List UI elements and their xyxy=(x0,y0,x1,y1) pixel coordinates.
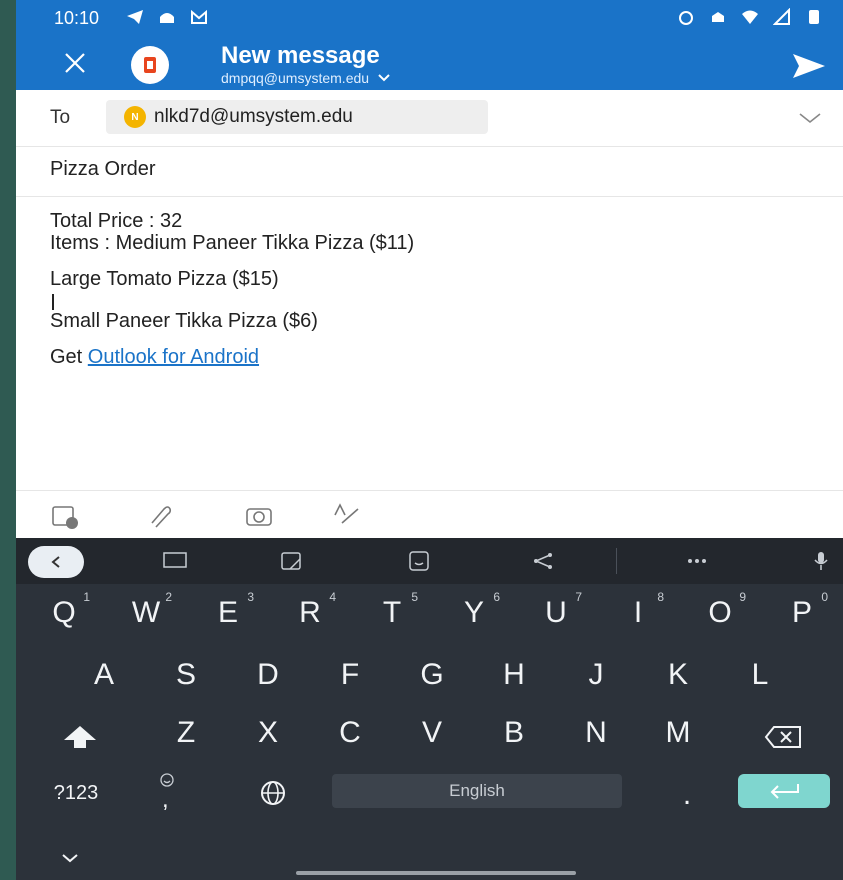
key-g[interactable]: G xyxy=(402,658,462,692)
space-key[interactable]: English xyxy=(332,774,622,808)
to-label: To xyxy=(50,107,71,128)
outlook-link[interactable]: Outlook for Android xyxy=(88,346,259,368)
key-j[interactable]: J xyxy=(566,658,626,692)
phone-screen: 10:10 New message dmpqq@umsystem.edu To … xyxy=(16,0,843,880)
camera-icon[interactable] xyxy=(244,501,274,531)
shift-icon[interactable] xyxy=(60,722,100,752)
app-notification-icon xyxy=(160,13,174,23)
comma-label: , xyxy=(162,786,169,813)
office-logo-icon xyxy=(131,46,169,84)
alarm-icon xyxy=(679,11,693,25)
signature: Get Outlook for Android xyxy=(50,346,830,368)
key-k[interactable]: K xyxy=(648,658,708,692)
sticker-icon[interactable] xyxy=(278,550,304,572)
subject-field[interactable]: Pizza Order xyxy=(16,146,843,197)
text-cursor xyxy=(52,294,54,310)
key-n[interactable]: N xyxy=(566,716,626,750)
app-header: 10:10 New message dmpqq@umsystem.edu xyxy=(16,0,843,90)
text-format-icon[interactable] xyxy=(332,501,362,531)
signal-icon xyxy=(773,8,790,25)
comma-key[interactable]: , xyxy=(152,768,182,818)
subject-text: Pizza Order xyxy=(50,158,156,180)
key-e[interactable]: E3 xyxy=(198,590,258,630)
account-email: dmpqq@umsystem.edu xyxy=(221,70,370,86)
add-calendar-icon[interactable] xyxy=(50,501,80,531)
period-key[interactable]: . xyxy=(672,778,702,812)
key-b[interactable]: B xyxy=(484,716,544,750)
keyboard: Q1 W2 E3 R4 T5 Y6 U7 I8 O9 P0 A S D F G … xyxy=(16,538,843,880)
key-z[interactable]: Z xyxy=(156,716,216,750)
body-line: Large Tomato Pizza ($15) xyxy=(50,268,279,290)
attachment-icon[interactable] xyxy=(144,501,174,531)
key-l[interactable]: L xyxy=(730,658,790,692)
send-button[interactable] xyxy=(789,50,829,82)
wifi-icon xyxy=(742,10,758,24)
more-icon[interactable] xyxy=(684,550,710,572)
close-icon[interactable] xyxy=(60,48,90,78)
collapse-toolbar-button[interactable] xyxy=(28,546,84,578)
key-d[interactable]: D xyxy=(238,658,298,692)
keyboard-icon[interactable] xyxy=(162,550,188,572)
body-line: Items : Medium Paneer Tikka Pizza ($11) xyxy=(50,232,415,254)
key-m[interactable]: M xyxy=(648,716,708,750)
microphone-icon[interactable] xyxy=(808,550,834,572)
keyboard-toolbar xyxy=(16,538,843,584)
enter-icon xyxy=(770,784,799,799)
key-t[interactable]: T5 xyxy=(362,590,422,630)
key-f[interactable]: F xyxy=(320,658,380,692)
emoji-icon[interactable] xyxy=(406,550,432,572)
key-x[interactable]: X xyxy=(238,716,298,750)
mute-icon xyxy=(712,12,724,22)
key-s[interactable]: S xyxy=(156,658,216,692)
battery-icon xyxy=(809,10,819,24)
chevron-left-icon xyxy=(51,556,60,568)
key-h[interactable]: H xyxy=(484,658,544,692)
signature-prefix: Get xyxy=(50,346,88,368)
key-a[interactable]: A xyxy=(74,658,134,692)
share-icon[interactable] xyxy=(530,550,556,572)
navigation-handle[interactable] xyxy=(296,871,576,875)
telegram-icon xyxy=(127,10,143,24)
status-bar: 10:10 xyxy=(16,0,843,36)
chevron-down-icon[interactable] xyxy=(60,852,80,864)
backspace-icon[interactable] xyxy=(764,724,804,750)
globe-icon[interactable] xyxy=(258,778,288,808)
chevron-down-icon[interactable] xyxy=(797,108,823,128)
to-field[interactable]: To N nlkd7d@umsystem.edu xyxy=(16,90,843,147)
gmail-icon xyxy=(191,9,207,24)
key-o[interactable]: O9 xyxy=(690,590,750,630)
body-line: Total Price : 32 xyxy=(50,210,183,232)
key-i[interactable]: I8 xyxy=(608,590,668,630)
key-w[interactable]: W2 xyxy=(116,590,176,630)
enter-key[interactable] xyxy=(738,774,830,808)
avatar: N xyxy=(124,106,146,128)
recipient-email: nlkd7d@umsystem.edu xyxy=(154,106,353,127)
page-title: New message xyxy=(221,42,380,69)
key-r[interactable]: R4 xyxy=(280,590,340,630)
recipient-chip[interactable]: N nlkd7d@umsystem.edu xyxy=(106,100,488,134)
compose-toolbar xyxy=(16,490,843,539)
key-v[interactable]: V xyxy=(402,716,462,750)
key-q[interactable]: Q1 xyxy=(34,590,94,630)
status-time: 10:10 xyxy=(54,8,100,28)
symbols-key[interactable]: ?123 xyxy=(34,782,118,805)
key-u[interactable]: U7 xyxy=(526,590,586,630)
body-line: Small Paneer Tikka Pizza ($6) xyxy=(50,310,318,332)
message-body[interactable]: Total Price : 32 Items : Medium Paneer T… xyxy=(50,210,830,368)
account-selector[interactable]: dmpqq@umsystem.edu xyxy=(221,70,391,86)
key-c[interactable]: C xyxy=(320,716,380,750)
chevron-down-icon xyxy=(378,74,390,82)
key-p[interactable]: P0 xyxy=(772,590,832,630)
key-y[interactable]: Y6 xyxy=(444,590,504,630)
